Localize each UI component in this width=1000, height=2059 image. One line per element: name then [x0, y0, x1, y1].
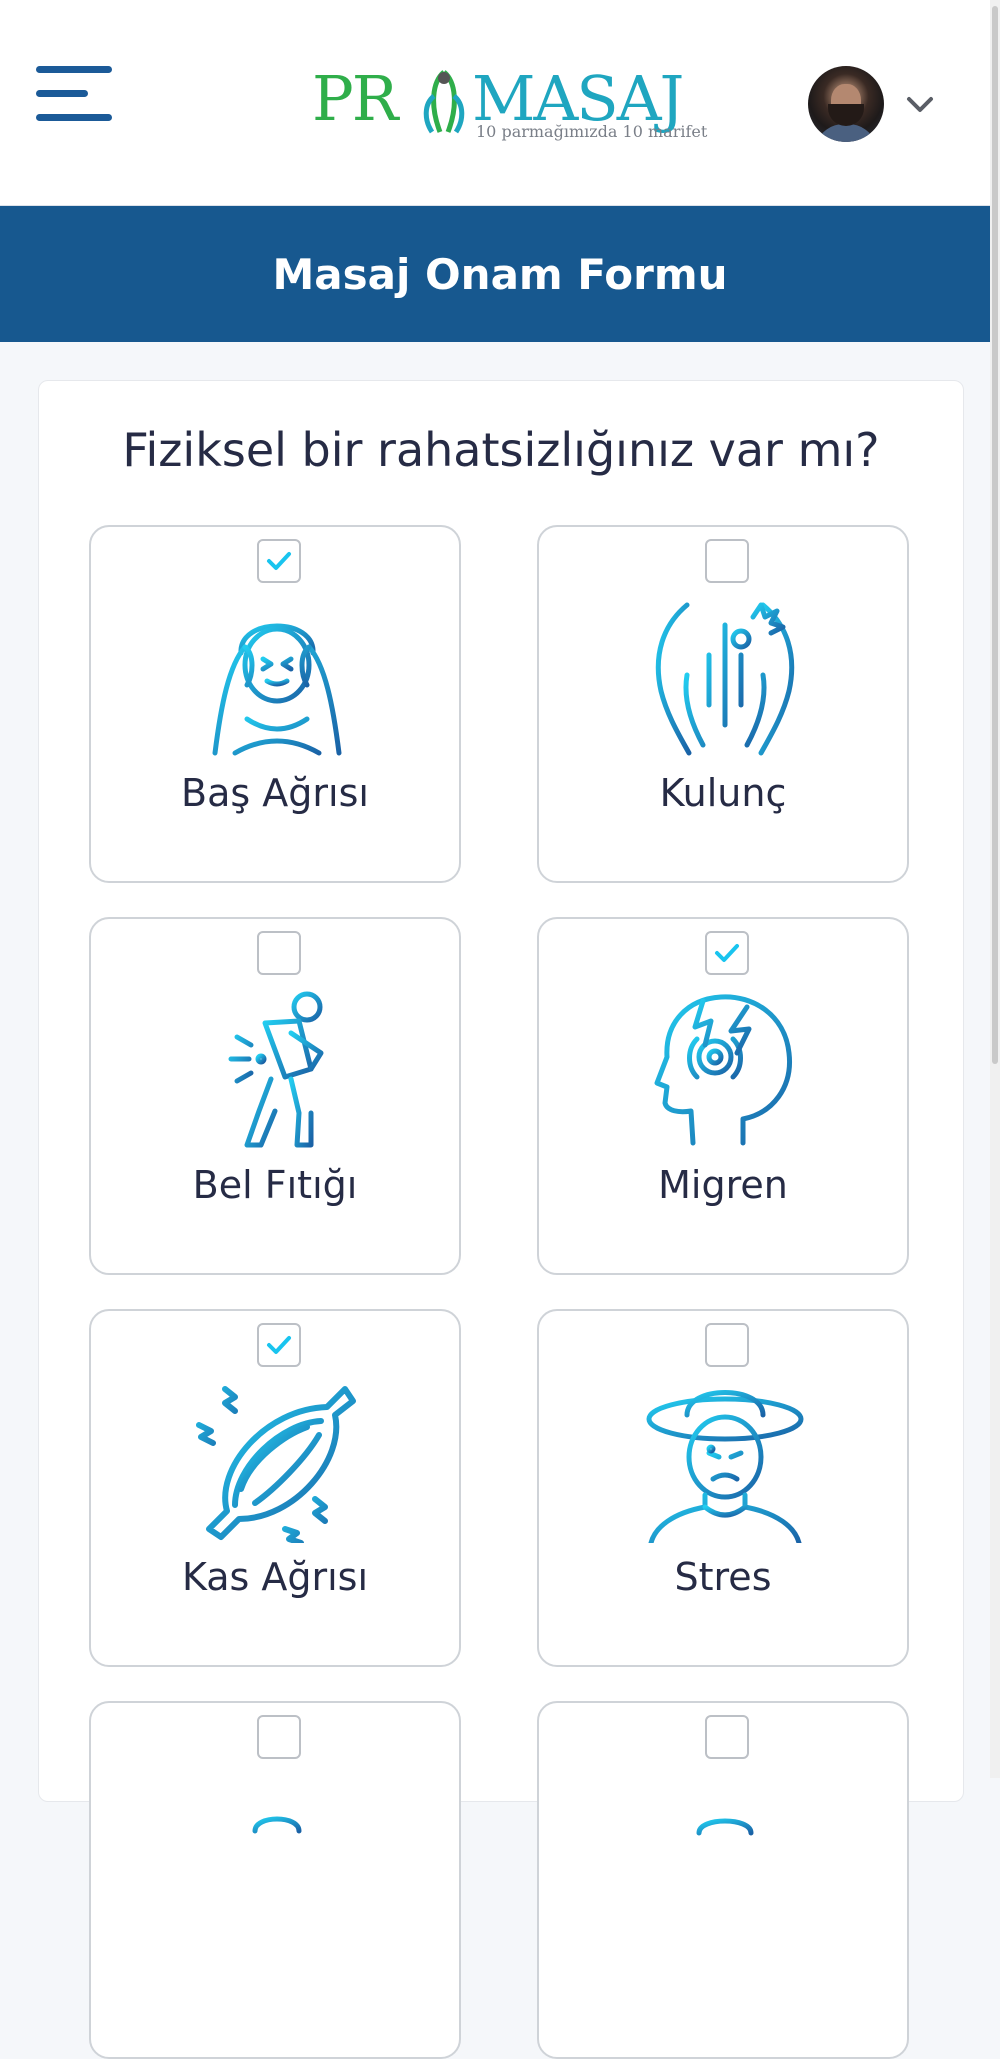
option-migren[interactable]: Migren: [537, 917, 909, 1275]
option-kulunc[interactable]: Kulunç: [537, 525, 909, 883]
option-bas-agrisi[interactable]: Baş Ağrısı: [89, 525, 461, 883]
option-checkbox[interactable]: [257, 539, 301, 583]
user-avatar[interactable]: [808, 66, 884, 142]
checkmark-icon: [267, 1336, 291, 1354]
migraine-icon: [654, 994, 792, 1146]
option-checkbox[interactable]: [705, 539, 749, 583]
option-label: Stres: [674, 1555, 772, 1599]
logo-figure-icon: [423, 70, 465, 134]
stress-icon: [646, 1390, 804, 1543]
option-checkbox[interactable]: [257, 1323, 301, 1367]
app-header: PR MASAJ 10 parmağımızda 10 marifet: [0, 0, 1000, 206]
page-title: Masaj Onam Formu: [272, 249, 728, 299]
back-pain-icon: [655, 602, 795, 756]
checkmark-icon: [267, 552, 291, 570]
option-stres[interactable]: Stres: [537, 1309, 909, 1667]
option-label: Kas Ağrısı: [181, 1555, 369, 1599]
consent-form-card: Fiziksel bir rahatsizlığınız var mı? Baş…: [38, 380, 964, 2059]
option-partial-right[interactable]: [537, 1701, 909, 2059]
promasaj-logo[interactable]: PR MASAJ 10 parmağımızda 10 marifet: [312, 62, 707, 148]
option-checkbox[interactable]: [257, 1715, 301, 1759]
chevron-down-icon[interactable]: [904, 88, 936, 120]
option-checkbox[interactable]: [705, 931, 749, 975]
option-label: Kulunç: [659, 771, 787, 815]
option-label: Bel Fıtığı: [192, 1163, 358, 1207]
option-label: Migren: [658, 1163, 788, 1207]
option-bel-fitigi[interactable]: Bel Fıtığı: [89, 917, 461, 1275]
partial-option-icon: [252, 1816, 302, 1834]
page-title-banner: Masaj Onam Formu: [0, 206, 1000, 342]
option-checkbox[interactable]: [705, 1323, 749, 1367]
scrollbar-thumb[interactable]: [992, 6, 998, 1064]
option-label: Baş Ağrısı: [181, 771, 369, 815]
checkmark-icon: [715, 944, 739, 962]
headache-icon: [212, 623, 342, 756]
option-checkbox[interactable]: [257, 931, 301, 975]
option-partial-left[interactable]: [89, 1701, 461, 2059]
muscle-pain-icon: [196, 1386, 356, 1543]
form-question: Fiziksel bir rahatsizlığınız var mı?: [122, 423, 880, 477]
option-kas-agrisi[interactable]: Kas Ağrısı: [89, 1309, 461, 1667]
hamburger-menu-icon[interactable]: [36, 66, 112, 126]
herniated-disc-icon: [228, 991, 324, 1148]
partial-option-icon: [696, 1818, 754, 1836]
option-checkbox[interactable]: [705, 1715, 749, 1759]
